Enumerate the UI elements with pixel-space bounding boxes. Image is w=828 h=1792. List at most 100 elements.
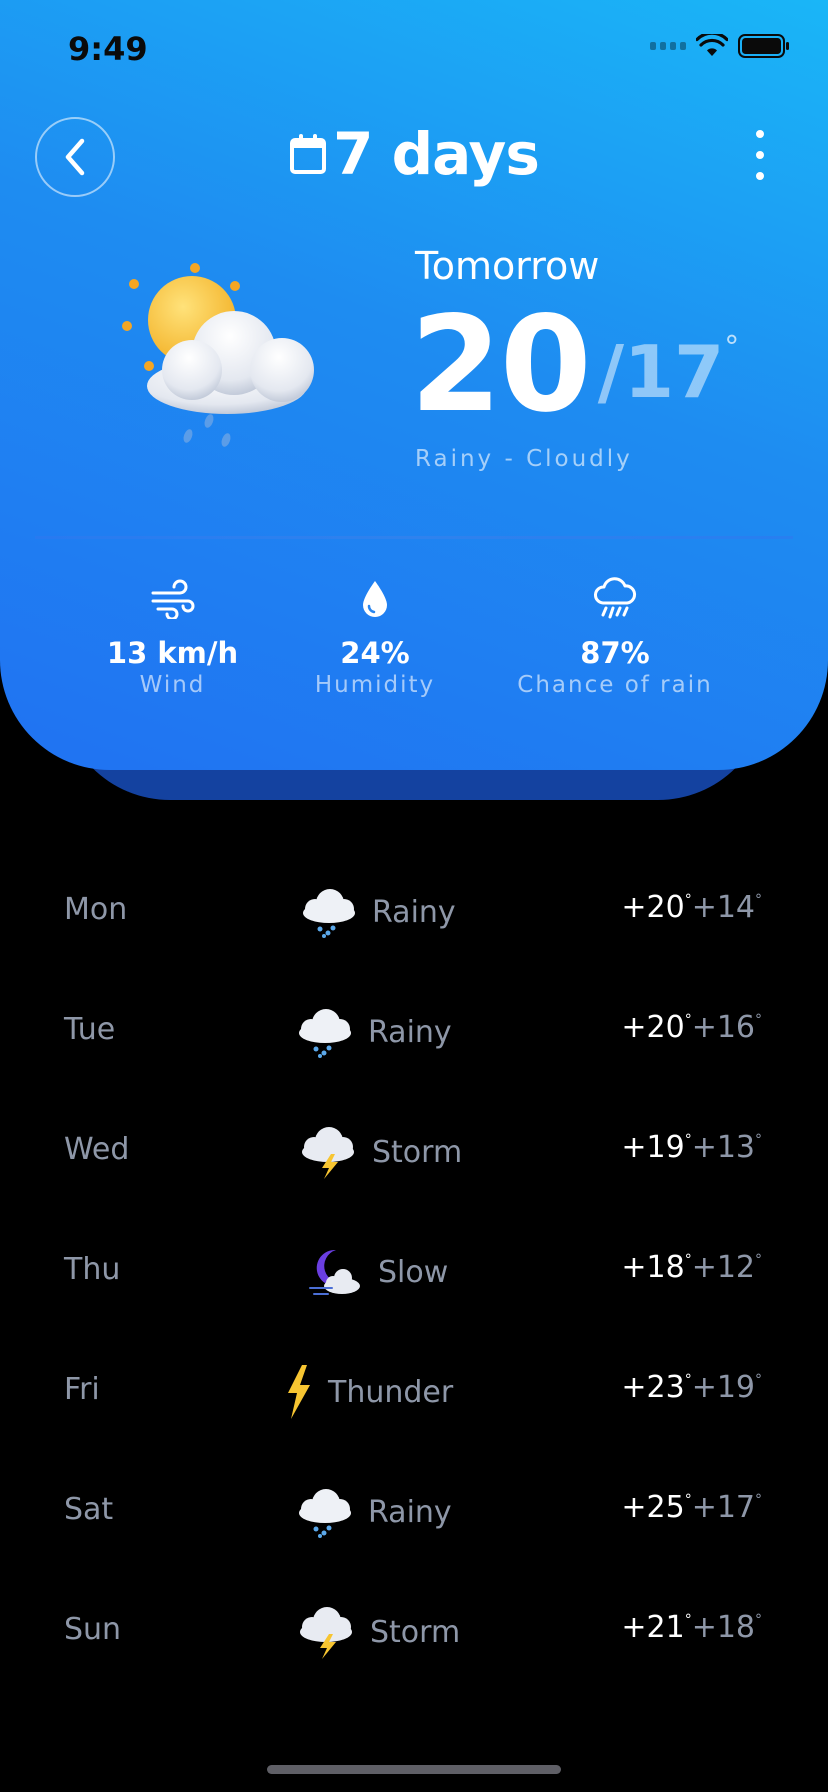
degree-symbol: ° (724, 330, 740, 365)
list-item[interactable]: Sun Storm +21 ° +18 ° (0, 1572, 828, 1692)
day-temps: +23 ° +19 ° (621, 1370, 762, 1405)
day-condition: Storm (298, 1118, 462, 1186)
day-temps: +20 ° +16 ° (621, 1010, 762, 1045)
temp-low: +18 (691, 1610, 755, 1645)
hero-temperature: 20 /17 ° (410, 288, 740, 442)
rain-chance-label: Chance of rain (517, 672, 713, 698)
rain-cloud-icon (303, 889, 355, 938)
temp-high: +21 (621, 1610, 685, 1645)
day-name: Sat (64, 1492, 114, 1527)
day-temps: +18 ° +12 ° (621, 1250, 762, 1285)
temp-high: +20 (621, 890, 685, 925)
temp-high: +23 (621, 1370, 685, 1405)
moon-cloud-icon (309, 1249, 360, 1295)
rain-cloud-icon (299, 1489, 351, 1538)
more-options-button[interactable] (745, 130, 775, 180)
home-indicator[interactable] (267, 1765, 561, 1774)
day-name: Fri (64, 1372, 100, 1407)
battery-icon (738, 34, 789, 58)
divider (35, 536, 793, 539)
day-condition: Rainy (300, 878, 456, 946)
degree-symbol: ° (684, 1132, 692, 1148)
degree-symbol: ° (755, 1132, 762, 1148)
day-name: Wed (64, 1132, 130, 1167)
wind-icon (151, 579, 194, 619)
condition-label: Rainy (368, 1014, 452, 1050)
day-name: Thu (64, 1252, 121, 1287)
temp-low: +16 (691, 1010, 755, 1045)
calendar-icon (290, 134, 327, 174)
temp-low: +14 (691, 890, 755, 925)
temp-high: +20 (621, 1010, 685, 1045)
day-name: Tue (64, 1012, 116, 1047)
day-temps: +19 ° +13 ° (621, 1130, 762, 1165)
degree-symbol: ° (684, 1492, 692, 1508)
daily-forecast-list: Mon Rainy +20 ° +14 ° Tue Rainy +20 ° +16 ° (0, 852, 828, 1692)
degree-symbol: ° (755, 892, 762, 908)
list-item[interactable]: Tue Rainy +20 ° +16 ° (0, 972, 828, 1092)
degree-symbol: ° (755, 1492, 762, 1508)
degree-symbol: ° (684, 1372, 692, 1388)
day-temps: +21 ° +18 ° (621, 1610, 762, 1645)
list-item[interactable]: Fri Thunder +23 ° +19 ° (0, 1332, 828, 1452)
storm-cloud-icon (302, 1127, 354, 1179)
condition-label: Storm (372, 1134, 463, 1170)
day-temps: +20 ° +14 ° (621, 890, 762, 925)
degree-symbol: ° (684, 1612, 692, 1628)
list-item[interactable]: Thu Slow +18 ° +12 ° (0, 1212, 828, 1332)
sun-cloud-rain-icon (122, 263, 314, 447)
temp-high: +25 (621, 1490, 685, 1525)
status-bar: 9:49 (0, 0, 828, 100)
list-item[interactable]: Wed Storm +19 ° +13 ° (0, 1092, 828, 1212)
day-condition: Thunder (282, 1358, 453, 1426)
lightning-icon (288, 1365, 310, 1419)
more-dot-icon (756, 172, 764, 180)
degree-symbol: ° (684, 1252, 692, 1268)
humidity-value: 24% (340, 636, 410, 670)
day-temps: +25 ° +17 ° (621, 1490, 762, 1525)
wifi-icon (696, 34, 728, 56)
day-condition: Storm (296, 1598, 460, 1666)
humidity-label: Humidity (314, 672, 436, 698)
forecast-card: 9:49 7 days Tomorrow 20 /17 ° Rainy - Cl… (0, 0, 828, 770)
condition-label: Storm (370, 1614, 461, 1650)
condition-label: Rainy (368, 1494, 452, 1530)
degree-symbol: ° (755, 1012, 762, 1028)
condition-text: Rainy - Cloudly (415, 446, 633, 472)
page-title-text: 7 days (333, 120, 540, 188)
droplet-icon (363, 581, 387, 617)
list-item[interactable]: Mon Rainy +20 ° +14 ° (0, 852, 828, 972)
temp-high: +19 (621, 1130, 685, 1165)
more-dot-icon (756, 130, 764, 138)
condition-label: Rainy (372, 894, 456, 930)
signal-icon (650, 42, 686, 50)
wind-value: 13 km/h (106, 636, 239, 670)
temp-low: +17 (691, 1490, 755, 1525)
rain-cloud-outline-icon (594, 577, 636, 619)
list-item[interactable]: Sat Rainy +25 ° +17 ° (0, 1452, 828, 1572)
temp-low: /17 (597, 330, 725, 414)
degree-symbol: ° (684, 892, 692, 908)
temp-high: 20 (410, 288, 592, 442)
stat-humidity: 24% Humidity (305, 574, 445, 698)
degree-symbol: ° (755, 1372, 762, 1388)
condition-label: Slow (378, 1254, 449, 1290)
stat-rain: 87% Chance of rain (510, 574, 720, 698)
condition-label: Thunder (328, 1374, 454, 1410)
degree-symbol: ° (755, 1612, 762, 1628)
temp-low: +12 (691, 1250, 755, 1285)
temp-high: +18 (621, 1250, 685, 1285)
day-condition: Slow (306, 1238, 448, 1306)
degree-symbol: ° (755, 1252, 762, 1268)
wind-label: Wind (139, 672, 206, 698)
status-icons (650, 34, 790, 58)
day-condition: Rainy (296, 1478, 452, 1546)
page-title: 7 days (0, 120, 828, 188)
degree-symbol: ° (684, 1012, 692, 1028)
rain-cloud-icon (299, 1009, 351, 1058)
temp-low: +19 (691, 1370, 755, 1405)
stat-wind: 13 km/h Wind (100, 574, 245, 698)
day-name: Mon (64, 892, 128, 927)
more-dot-icon (756, 151, 764, 159)
temp-low: +13 (691, 1130, 755, 1165)
